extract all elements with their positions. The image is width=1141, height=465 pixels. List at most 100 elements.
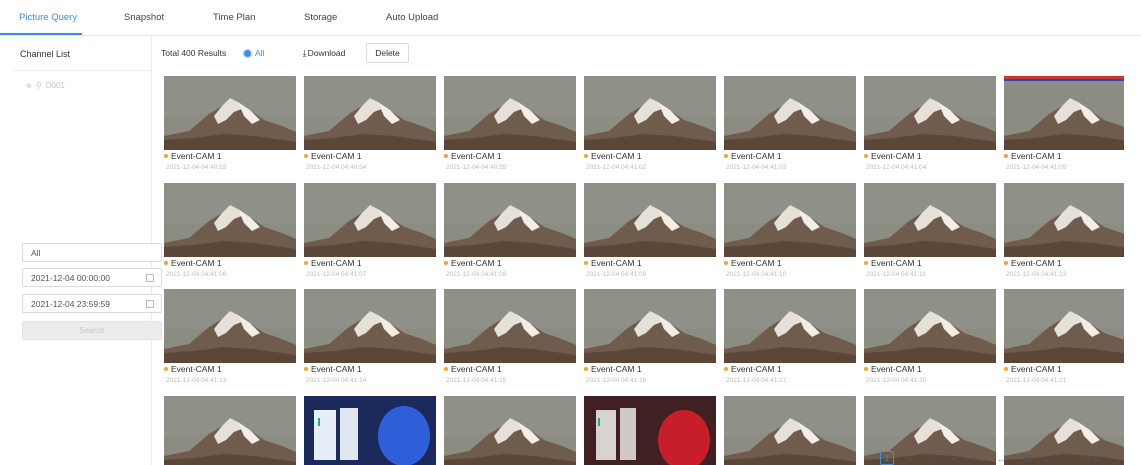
event-dot-icon: [864, 261, 868, 265]
picture-thumbnail[interactable]: [164, 183, 296, 257]
delete-button[interactable]: Delete: [366, 43, 409, 63]
event-type-value: All: [31, 247, 41, 258]
picture-card[interactable]: Event-CAM 1 2021-12-04 04:41:07: [304, 183, 436, 283]
picture-card[interactable]: [444, 396, 576, 465]
picture-thumbnail[interactable]: [444, 289, 576, 363]
tab-picture-query[interactable]: Picture Query: [19, 12, 77, 23]
next-page-button[interactable]: >: [1042, 451, 1056, 465]
picture-card[interactable]: Event-CAM 1 2021-12-04 04:41:08: [444, 183, 576, 283]
picture-title: Event-CAM 1: [731, 151, 782, 161]
picture-card[interactable]: Event-CAM 1 2021-12-04 04:41:03: [724, 76, 856, 176]
picture-label: Event-CAM 1: [304, 364, 362, 374]
picture-card[interactable]: [304, 396, 436, 465]
all-radio[interactable]: All: [244, 48, 264, 58]
picture-card[interactable]: Event-CAM 1 2021-12-04 04:41:16: [584, 289, 716, 389]
picture-thumbnail[interactable]: [864, 289, 996, 363]
page-2[interactable]: 2: [903, 451, 917, 465]
picture-card[interactable]: Event-CAM 1 2021-12-04 04:41:05: [1004, 76, 1124, 176]
picture-thumbnail[interactable]: [724, 76, 856, 150]
page-5[interactable]: 5: [969, 451, 983, 465]
page-last[interactable]: 15: [1021, 451, 1035, 465]
picture-card[interactable]: [724, 396, 856, 465]
event-dot-icon: [584, 261, 588, 265]
picture-timestamp: 2021-12-04 04:41:11: [866, 271, 926, 278]
tab-storage[interactable]: Storage: [304, 12, 337, 23]
picture-timestamp: 2021-12-04 04:41:10: [726, 271, 787, 278]
picture-thumbnail[interactable]: [304, 289, 436, 363]
go-to-page[interactable]: Go to: [1070, 451, 1110, 465]
expand-icon[interactable]: ⊕: [26, 82, 32, 90]
picture-card[interactable]: Event-CAM 1 2021-12-04 04:41:17: [724, 289, 856, 389]
picture-card[interactable]: Event-CAM 1 2021-12-04 04:41:06: [164, 183, 296, 283]
picture-thumbnail[interactable]: [584, 183, 716, 257]
event-dot-icon: [864, 367, 868, 371]
picture-timestamp: 2021-12-04 04:40:54: [306, 164, 367, 171]
start-time-value: 2021-12-04 00:00:00: [31, 272, 110, 283]
picture-card[interactable]: Event-CAM 1 2021-12-04 04:41:20: [864, 289, 996, 389]
picture-card[interactable]: Event-CAM 1 2021-12-04 04:41:09: [584, 183, 716, 283]
picture-title: Event-CAM 1: [171, 364, 222, 374]
search-button[interactable]: Search: [22, 321, 162, 340]
picture-card[interactable]: Event-CAM 1 2021-12-04 04:41:10: [724, 183, 856, 283]
picture-label: Event-CAM 1: [1004, 258, 1062, 268]
picture-thumbnail[interactable]: [724, 183, 856, 257]
picture-timestamp: 2021-12-04 04:41:05: [1006, 164, 1067, 171]
end-time-field[interactable]: 2021-12-04 23:59:59: [22, 294, 162, 313]
picture-card[interactable]: [164, 396, 296, 465]
picture-card[interactable]: Event-CAM 1 2021-12-04 04:41:11: [864, 183, 996, 283]
picture-label: Event-CAM 1: [304, 151, 362, 161]
picture-thumbnail[interactable]: [444, 183, 576, 257]
picture-card[interactable]: Event-CAM 1 2021-12-04 04:41:21: [1004, 289, 1124, 389]
picture-card[interactable]: Event-CAM 1 2021-12-04 04:41:02: [584, 76, 716, 176]
page-1[interactable]: 1: [880, 451, 894, 465]
picture-card[interactable]: Event-CAM 1 2021-12-04 04:41:13: [164, 289, 296, 389]
picture-thumbnail[interactable]: [164, 396, 296, 465]
start-time-field[interactable]: 2021-12-04 00:00:00: [22, 268, 162, 287]
picture-thumbnail[interactable]: [1004, 76, 1124, 150]
picture-thumbnail[interactable]: [864, 76, 996, 150]
download-button[interactable]: ⤓ Download: [290, 43, 358, 63]
picture-card[interactable]: Event-CAM 1 2021-12-04 04:41:04: [864, 76, 996, 176]
event-type-select[interactable]: All: [22, 243, 162, 262]
channel-tree-item[interactable]: ⊕ ⚲ D001: [26, 81, 65, 90]
picture-title: Event-CAM 1: [731, 258, 782, 268]
picture-card[interactable]: [584, 396, 716, 465]
picture-thumbnail[interactable]: [304, 396, 436, 465]
picture-card[interactable]: Event-CAM 1 2021-12-04 04:41:14: [304, 289, 436, 389]
picture-title: Event-CAM 1: [171, 258, 222, 268]
picture-timestamp: 2021-12-04 04:41:17: [726, 377, 787, 384]
tab-auto-upload[interactable]: Auto Upload: [386, 12, 438, 23]
picture-label: Event-CAM 1: [724, 258, 782, 268]
picture-thumbnail[interactable]: [304, 183, 436, 257]
download-label: Download: [307, 48, 346, 58]
picture-thumbnail[interactable]: [444, 76, 576, 150]
picture-card[interactable]: Event-CAM 1 2021-12-04 04:40:55: [444, 76, 576, 176]
tab-time-plan[interactable]: Time Plan: [213, 12, 255, 23]
picture-title: Event-CAM 1: [311, 258, 362, 268]
page-3[interactable]: 3: [925, 451, 939, 465]
picture-thumbnail[interactable]: [304, 76, 436, 150]
tab-snapshot[interactable]: Snapshot: [124, 12, 164, 23]
picture-thumbnail[interactable]: [864, 183, 996, 257]
picture-thumbnail[interactable]: [444, 396, 576, 465]
picture-card[interactable]: Event-CAM 1 2021-12-04 04:41:12: [1004, 183, 1124, 283]
picture-thumbnail[interactable]: [584, 289, 716, 363]
event-dot-icon: [444, 154, 448, 158]
picture-thumbnail[interactable]: [1004, 183, 1124, 257]
picture-title: Event-CAM 1: [1011, 151, 1062, 161]
picture-thumbnail[interactable]: [1004, 289, 1124, 363]
picture-card[interactable]: Event-CAM 1 2021-12-04 04:40:54: [304, 76, 436, 176]
picture-label: Event-CAM 1: [164, 364, 222, 374]
page-4[interactable]: 4: [947, 451, 961, 465]
all-radio-label: All: [255, 48, 265, 58]
picture-card[interactable]: Event-CAM 1 2021-12-04 04:41:15: [444, 289, 576, 389]
picture-thumbnail[interactable]: [724, 289, 856, 363]
picture-thumbnail[interactable]: [164, 76, 296, 150]
picture-thumbnail[interactable]: [164, 289, 296, 363]
picture-thumbnail[interactable]: [724, 396, 856, 465]
calendar-icon[interactable]: [146, 300, 154, 308]
picture-thumbnail[interactable]: [584, 76, 716, 150]
picture-thumbnail[interactable]: [584, 396, 716, 465]
calendar-icon[interactable]: [146, 274, 154, 282]
picture-card[interactable]: Event-CAM 1 2021-12-04 04:40:53: [164, 76, 296, 176]
